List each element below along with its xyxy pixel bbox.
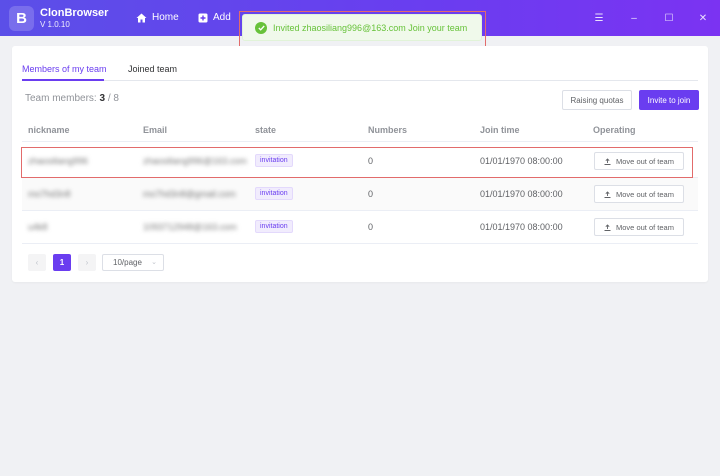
tab-joined-team[interactable]: Joined team <box>128 64 177 75</box>
nav-add[interactable]: Add <box>198 11 231 25</box>
team-tabs: Members of my team Joined team <box>22 64 698 81</box>
app-version: V 1.0.10 <box>40 20 70 29</box>
app-logo: B <box>9 6 34 31</box>
upload-icon <box>604 223 611 231</box>
state-badge: invitation <box>255 220 293 233</box>
nav-home[interactable]: Home <box>136 11 179 25</box>
table-row: mo7hd3n8 mo7hd3n8@gmail.com invitation 0… <box>22 178 698 211</box>
team-members-current: 3 <box>99 93 106 104</box>
row-numbers: 0 <box>368 222 374 232</box>
chevron-down-icon: ⌄ <box>151 259 157 266</box>
header-numbers: Numbers <box>368 125 408 135</box>
nav-home-label: Home <box>152 12 179 23</box>
row-nickname: u4k8 <box>28 222 48 232</box>
close-icon[interactable]: ✕ <box>696 11 710 25</box>
page-1-button[interactable]: 1 <box>53 254 71 271</box>
minimize-icon[interactable]: – <box>627 11 641 25</box>
app-name: ClonBrowser <box>40 7 109 19</box>
table-row: u4k8 1093712948@163.com invitation 0 01/… <box>22 211 698 244</box>
tab-members-of-my-team[interactable]: Members of my team <box>22 64 107 75</box>
row-email: 1093712948@163.com <box>143 222 237 232</box>
page-size-value: 10/page <box>113 258 142 267</box>
header-nickname: nickname <box>28 125 70 135</box>
row-email: mo7hd3n8@gmail.com <box>143 189 236 199</box>
header-join-time: Join time <box>480 125 520 135</box>
add-icon <box>198 13 208 23</box>
raising-quotas-button[interactable]: Raising quotas <box>562 90 632 110</box>
next-page-button[interactable]: › <box>78 254 96 271</box>
prev-page-button[interactable]: ‹ <box>28 254 46 271</box>
home-icon <box>136 13 147 23</box>
maximize-icon[interactable]: ☐ <box>662 11 676 25</box>
row-highlight-box <box>21 147 693 178</box>
invite-to-join-button[interactable]: Invite to join <box>639 90 699 110</box>
header-operating: Operating <box>593 125 636 135</box>
menu-icon[interactable]: ☰ <box>592 11 606 25</box>
nav-add-label: Add <box>213 12 231 23</box>
move-out-label: Move out of team <box>616 189 674 199</box>
row-numbers: 0 <box>368 189 374 199</box>
state-badge: invitation <box>255 187 293 200</box>
row-join-time: 01/01/1970 08:00:00 <box>480 222 563 232</box>
toast-highlight-box <box>239 11 486 48</box>
team-members-separator: / <box>107 93 111 104</box>
row-join-time: 01/01/1970 08:00:00 <box>480 189 563 199</box>
row-nickname: mo7hd3n8 <box>28 189 71 199</box>
header-email: Email <box>143 125 168 135</box>
team-members-count: Team members: 3 / 8 <box>25 93 119 104</box>
move-out-label: Move out of team <box>616 222 674 232</box>
active-tab-indicator <box>22 79 104 81</box>
header-state: state <box>255 125 277 135</box>
page-size-select[interactable]: 10/page ⌄ <box>102 254 164 271</box>
upload-icon <box>604 190 611 198</box>
table-header: nickname Email state Numbers Join time O… <box>22 118 698 142</box>
move-out-of-team-button[interactable]: Move out of team <box>594 185 684 203</box>
move-out-of-team-button[interactable]: Move out of team <box>594 218 684 236</box>
team-members-max: 8 <box>113 93 119 104</box>
team-members-label: Team members: <box>25 93 97 104</box>
